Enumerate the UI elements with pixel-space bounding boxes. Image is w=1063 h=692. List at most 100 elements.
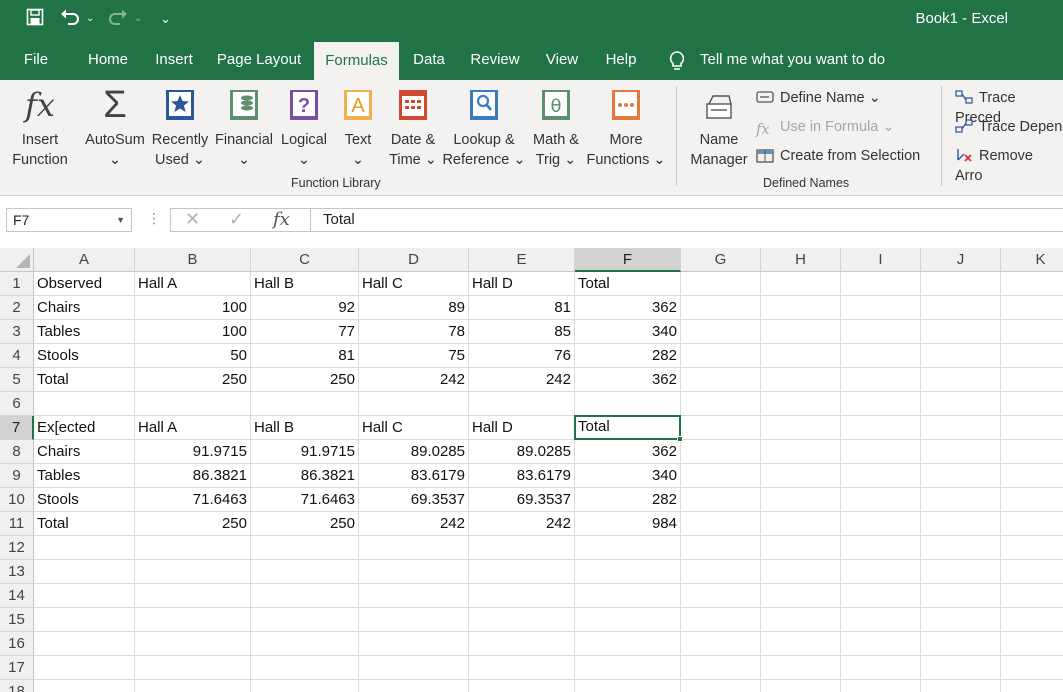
cell-j18[interactable] [921,680,1001,692]
cell-j11[interactable] [921,512,1001,536]
cell-c9[interactable]: 86.3821 [251,464,359,488]
cell-h13[interactable] [761,560,841,584]
row-header-10[interactable]: 10 [0,488,34,512]
cell-f13[interactable] [575,560,681,584]
column-header-i[interactable]: I [841,248,921,272]
trace-dependents-button[interactable]: Trace Depen [955,117,1062,137]
cell-h2[interactable] [761,296,841,320]
cell-j1[interactable] [921,272,1001,296]
cell-k8[interactable] [1001,440,1063,464]
cell-i10[interactable] [841,488,921,512]
recently-used-button[interactable]: Recently Used ⌄ [150,80,210,172]
cell-a3[interactable]: Tables [34,320,135,344]
logical-button[interactable]: ? Logical ⌄ [278,80,330,172]
tab-insert[interactable]: Insert [148,40,200,80]
cell-f6[interactable] [575,392,681,416]
tab-page-layout[interactable]: Page Layout [210,40,308,80]
cell-b7[interactable]: Hall A [135,416,251,440]
cell-k16[interactable] [1001,632,1063,656]
column-header-g[interactable]: G [681,248,761,272]
cell-f5[interactable]: 362 [575,368,681,392]
cell-j17[interactable] [921,656,1001,680]
column-header-a[interactable]: A [34,248,135,272]
cell-c13[interactable] [251,560,359,584]
tab-file[interactable]: File [14,40,58,80]
cell-d13[interactable] [359,560,469,584]
cell-c1[interactable]: Hall B [251,272,359,296]
text-functions-button[interactable]: A Text ⌄ [334,80,382,172]
cell-h11[interactable] [761,512,841,536]
cell-h17[interactable] [761,656,841,680]
cell-a1[interactable]: Observed [34,272,135,296]
cell-c5[interactable]: 250 [251,368,359,392]
cell-g17[interactable] [681,656,761,680]
column-header-j[interactable]: J [921,248,1001,272]
cell-d5[interactable]: 242 [359,368,469,392]
cell-g1[interactable] [681,272,761,296]
cell-e18[interactable] [469,680,575,692]
cell-b10[interactable]: 71.6463 [135,488,251,512]
cell-k14[interactable] [1001,584,1063,608]
cell-g15[interactable] [681,608,761,632]
cell-a12[interactable] [34,536,135,560]
cell-a7[interactable]: Ex[ected [34,416,135,440]
cell-a10[interactable]: Stools [34,488,135,512]
cell-d7[interactable]: Hall C [359,416,469,440]
cell-i14[interactable] [841,584,921,608]
cell-d12[interactable] [359,536,469,560]
cell-k11[interactable] [1001,512,1063,536]
cell-b17[interactable] [135,656,251,680]
cell-e6[interactable] [469,392,575,416]
cell-j13[interactable] [921,560,1001,584]
row-header-16[interactable]: 16 [0,632,34,656]
cell-h14[interactable] [761,584,841,608]
cell-f2[interactable]: 362 [575,296,681,320]
cell-a5[interactable]: Total [34,368,135,392]
cell-h12[interactable] [761,536,841,560]
insert-function-button[interactable]: fx Insert Function [6,80,74,172]
cell-c16[interactable] [251,632,359,656]
cell-d14[interactable] [359,584,469,608]
cell-b12[interactable] [135,536,251,560]
cell-k3[interactable] [1001,320,1063,344]
row-header-2[interactable]: 2 [0,296,34,320]
cell-c18[interactable] [251,680,359,692]
cell-g16[interactable] [681,632,761,656]
cell-f14[interactable] [575,584,681,608]
cell-a14[interactable] [34,584,135,608]
row-header-9[interactable]: 9 [0,464,34,488]
cell-d8[interactable]: 89.0285 [359,440,469,464]
cell-f12[interactable] [575,536,681,560]
redo-icon[interactable] [108,8,128,32]
cell-k1[interactable] [1001,272,1063,296]
row-header-15[interactable]: 15 [0,608,34,632]
cell-g11[interactable] [681,512,761,536]
undo-icon[interactable] [60,8,80,32]
cell-b8[interactable]: 91.9715 [135,440,251,464]
cell-k15[interactable] [1001,608,1063,632]
cell-j8[interactable] [921,440,1001,464]
tab-review[interactable]: Review [464,40,526,80]
cell-i16[interactable] [841,632,921,656]
row-header-18[interactable]: 18 [0,680,34,692]
cell-h1[interactable] [761,272,841,296]
cell-e4[interactable]: 76 [469,344,575,368]
cell-h15[interactable] [761,608,841,632]
cell-d11[interactable]: 242 [359,512,469,536]
cell-d4[interactable]: 75 [359,344,469,368]
cell-i11[interactable] [841,512,921,536]
cell-k10[interactable] [1001,488,1063,512]
cell-b4[interactable]: 50 [135,344,251,368]
cell-i18[interactable] [841,680,921,692]
cell-h5[interactable] [761,368,841,392]
cell-i13[interactable] [841,560,921,584]
cell-c14[interactable] [251,584,359,608]
cell-k13[interactable] [1001,560,1063,584]
cell-g13[interactable] [681,560,761,584]
cell-k4[interactable] [1001,344,1063,368]
cell-e11[interactable]: 242 [469,512,575,536]
cell-c4[interactable]: 81 [251,344,359,368]
cell-d6[interactable] [359,392,469,416]
cell-k18[interactable] [1001,680,1063,692]
cell-b16[interactable] [135,632,251,656]
